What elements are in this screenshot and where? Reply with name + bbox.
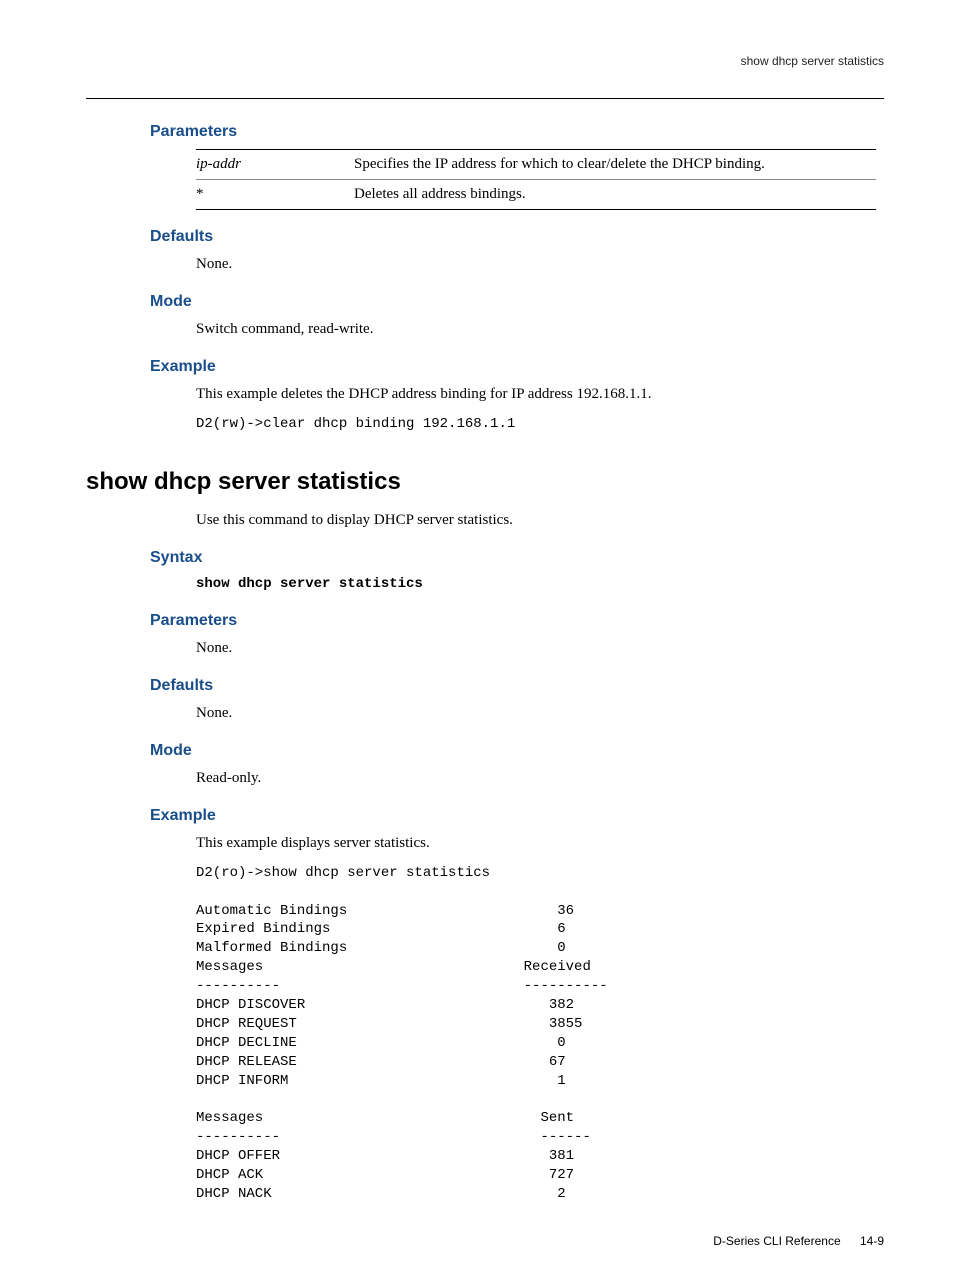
running-head: show dhcp server statistics [86,54,884,74]
syntax-command: show dhcp server statistics [196,575,884,594]
defaults-text: None. [196,703,884,724]
example-heading: Example [150,358,884,376]
example-output: D2(ro)->show dhcp server statistics Auto… [196,864,884,1204]
mode-text: Read-only. [196,768,884,789]
parameters-heading: Parameters [150,612,884,630]
example-text: This example deletes the DHCP address bi… [196,384,884,405]
syntax-heading: Syntax [150,549,884,567]
example-command: D2(rw)->clear dhcp binding 192.168.1.1 [196,415,884,434]
param-desc-cell: Specifies the IP address for which to cl… [354,150,876,180]
page: show dhcp server statistics Parameters i… [0,0,954,1288]
parameters-text: None. [196,638,884,659]
defaults-text: None. [196,254,884,275]
defaults-heading: Defaults [150,228,884,246]
footer-page-number: 14-9 [860,1234,884,1248]
parameters-heading: Parameters [150,123,884,141]
footer-doc-name: D-Series CLI Reference [713,1234,840,1248]
defaults-heading: Defaults [150,677,884,695]
mode-text: Switch command, read-write. [196,319,884,340]
table-row: ip-addr Specifies the IP address for whi… [196,150,876,180]
table-row: * Deletes all address bindings. [196,180,876,210]
param-name-cell: ip-addr [196,150,354,180]
header-rule [86,98,884,99]
example-heading: Example [150,807,884,825]
param-name-cell: * [196,180,354,210]
param-desc-cell: Deletes all address bindings. [354,180,876,210]
example-text: This example displays server statistics. [196,833,884,854]
mode-heading: Mode [150,293,884,311]
command-intro: Use this command to display DHCP server … [196,510,884,531]
command-title: show dhcp server statistics [86,468,884,496]
parameters-table: ip-addr Specifies the IP address for whi… [196,149,876,210]
page-footer: D-Series CLI Reference 14-9 [86,1234,884,1248]
mode-heading: Mode [150,742,884,760]
